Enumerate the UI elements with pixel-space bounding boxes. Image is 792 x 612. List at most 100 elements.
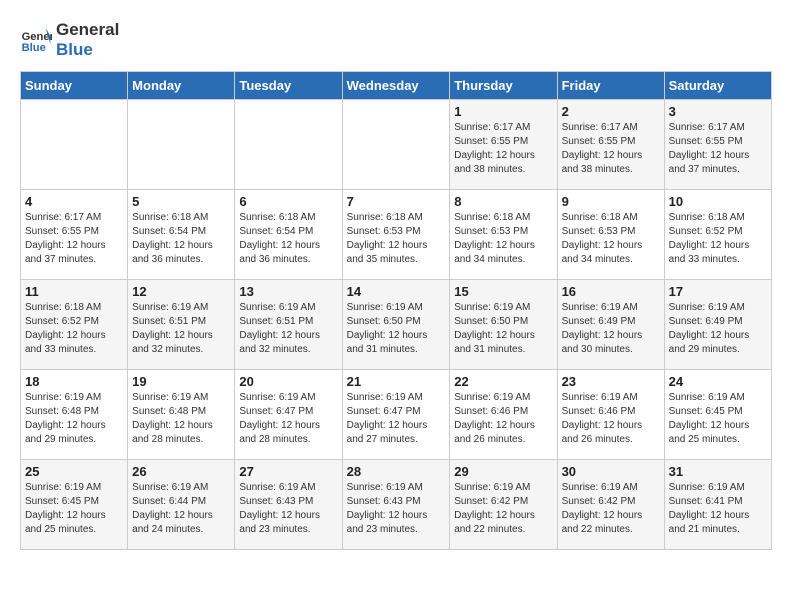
day-info: Sunrise: 6:17 AM Sunset: 6:55 PM Dayligh… [25, 211, 123, 267]
week-row-4: 18Sunrise: 6:19 AM Sunset: 6:48 PM Dayli… [21, 369, 772, 459]
logo-general: General [56, 20, 119, 40]
day-info: Sunrise: 6:17 AM Sunset: 6:55 PM Dayligh… [669, 121, 767, 177]
day-info: Sunrise: 6:19 AM Sunset: 6:47 PM Dayligh… [239, 391, 337, 447]
day-number: 4 [25, 194, 123, 209]
day-cell: 18Sunrise: 6:19 AM Sunset: 6:48 PM Dayli… [21, 369, 128, 459]
day-number: 6 [239, 194, 337, 209]
day-cell: 11 Sunrise: 6:18 AM Sunset: 6:52 PM Dayli… [21, 279, 128, 369]
week-row-1: 1 Sunrise: 6:17 AM Sunset: 6:55 PM Daylig… [21, 99, 772, 189]
day-number: 17 [669, 284, 767, 299]
day-info: Sunrise: 6:19 AM Sunset: 6:51 PM Dayligh… [132, 301, 230, 357]
day-cell: 21Sunrise: 6:19 AM Sunset: 6:47 PM Dayli… [342, 369, 450, 459]
day-number: 19 [132, 374, 230, 389]
day-info: Sunrise: 6:19 AM Sunset: 6:47 PM Dayligh… [347, 391, 446, 447]
day-cell: 2Sunrise: 6:17 AM Sunset: 6:55 PM Daylig… [557, 99, 664, 189]
day-cell: 31 Sunrise: 6:19 AM Sunset: 6:41 PM Dayli… [664, 459, 771, 549]
day-cell [21, 99, 128, 189]
day-cell: 26Sunrise: 6:19 AM Sunset: 6:44 PM Dayli… [128, 459, 235, 549]
logo-blue: Blue [56, 40, 119, 60]
day-cell: 24Sunrise: 6:19 AM Sunset: 6:45 PM Dayli… [664, 369, 771, 459]
day-number: 1 [454, 104, 552, 119]
day-cell: 25 Sunrise: 6:19 AM Sunset: 6:45 PM Dayli… [21, 459, 128, 549]
day-info: Sunrise: 6:18 AM Sunset: 6:54 PM Dayligh… [239, 211, 337, 267]
day-number: 27 [239, 464, 337, 479]
day-cell: 6 Sunrise: 6:18 AM Sunset: 6:54 PM Daylig… [235, 189, 342, 279]
day-cell: 17 Sunrise: 6:19 AM Sunset: 6:49 PM Dayli… [664, 279, 771, 369]
svg-text:Blue: Blue [22, 43, 46, 55]
day-cell: 12 Sunrise: 6:19 AM Sunset: 6:51 PM Dayli… [128, 279, 235, 369]
week-row-5: 25 Sunrise: 6:19 AM Sunset: 6:45 PM Dayli… [21, 459, 772, 549]
day-info: Sunrise: 6:19 AM Sunset: 6:48 PM Dayligh… [132, 391, 230, 447]
day-info: Sunrise: 6:18 AM Sunset: 6:54 PM Dayligh… [132, 211, 230, 267]
day-info: Sunrise: 6:19 AM Sunset: 6:51 PM Dayligh… [239, 301, 337, 357]
calendar-header: SundayMondayTuesdayWednesdayThursdayFrid… [21, 71, 772, 99]
calendar-table: SundayMondayTuesdayWednesdayThursdayFrid… [20, 71, 772, 550]
weekday-header-row: SundayMondayTuesdayWednesdayThursdayFrid… [21, 71, 772, 99]
day-info: Sunrise: 6:19 AM Sunset: 6:45 PM Dayligh… [25, 481, 123, 537]
day-cell: 19 Sunrise: 6:19 AM Sunset: 6:48 PM Dayli… [128, 369, 235, 459]
day-info: Sunrise: 6:19 AM Sunset: 6:46 PM Dayligh… [454, 391, 552, 447]
day-info: Sunrise: 6:19 AM Sunset: 6:42 PM Dayligh… [562, 481, 660, 537]
day-info: Sunrise: 6:19 AM Sunset: 6:41 PM Dayligh… [669, 481, 767, 537]
day-cell: 7Sunrise: 6:18 AM Sunset: 6:53 PM Daylig… [342, 189, 450, 279]
day-number: 14 [347, 284, 446, 299]
weekday-monday: Monday [128, 71, 235, 99]
day-number: 25 [25, 464, 123, 479]
day-number: 13 [239, 284, 337, 299]
day-info: Sunrise: 6:19 AM Sunset: 6:44 PM Dayligh… [132, 481, 230, 537]
day-info: Sunrise: 6:19 AM Sunset: 6:50 PM Dayligh… [347, 301, 446, 357]
day-number: 28 [347, 464, 446, 479]
day-cell: 20 Sunrise: 6:19 AM Sunset: 6:47 PM Dayli… [235, 369, 342, 459]
day-number: 5 [132, 194, 230, 209]
day-info: Sunrise: 6:19 AM Sunset: 6:49 PM Dayligh… [562, 301, 660, 357]
weekday-sunday: Sunday [21, 71, 128, 99]
page-header: General Blue General Blue [20, 20, 772, 61]
weekday-tuesday: Tuesday [235, 71, 342, 99]
day-cell: 9 Sunrise: 6:18 AM Sunset: 6:53 PM Daylig… [557, 189, 664, 279]
day-cell: 8 Sunrise: 6:18 AM Sunset: 6:53 PM Daylig… [450, 189, 557, 279]
day-cell: 10Sunrise: 6:18 AM Sunset: 6:52 PM Dayli… [664, 189, 771, 279]
day-info: Sunrise: 6:19 AM Sunset: 6:43 PM Dayligh… [347, 481, 446, 537]
day-info: Sunrise: 6:18 AM Sunset: 6:52 PM Dayligh… [25, 301, 123, 357]
day-cell [128, 99, 235, 189]
day-cell: 22 Sunrise: 6:19 AM Sunset: 6:46 PM Dayli… [450, 369, 557, 459]
weekday-saturday: Saturday [664, 71, 771, 99]
day-cell [342, 99, 450, 189]
day-number: 31 [669, 464, 767, 479]
day-info: Sunrise: 6:17 AM Sunset: 6:55 PM Dayligh… [562, 121, 660, 177]
day-info: Sunrise: 6:18 AM Sunset: 6:53 PM Dayligh… [562, 211, 660, 267]
day-number: 3 [669, 104, 767, 119]
day-cell: 29 Sunrise: 6:19 AM Sunset: 6:42 PM Dayli… [450, 459, 557, 549]
day-cell: 27 Sunrise: 6:19 AM Sunset: 6:43 PM Dayli… [235, 459, 342, 549]
weekday-wednesday: Wednesday [342, 71, 450, 99]
week-row-2: 4 Sunrise: 6:17 AM Sunset: 6:55 PM Daylig… [21, 189, 772, 279]
day-number: 29 [454, 464, 552, 479]
day-info: Sunrise: 6:19 AM Sunset: 6:45 PM Dayligh… [669, 391, 767, 447]
day-cell: 16 Sunrise: 6:19 AM Sunset: 6:49 PM Dayli… [557, 279, 664, 369]
day-number: 16 [562, 284, 660, 299]
day-cell [235, 99, 342, 189]
day-info: Sunrise: 6:19 AM Sunset: 6:49 PM Dayligh… [669, 301, 767, 357]
day-cell: 1 Sunrise: 6:17 AM Sunset: 6:55 PM Daylig… [450, 99, 557, 189]
day-cell: 4 Sunrise: 6:17 AM Sunset: 6:55 PM Daylig… [21, 189, 128, 279]
day-number: 20 [239, 374, 337, 389]
day-number: 11 [25, 284, 123, 299]
day-number: 12 [132, 284, 230, 299]
day-number: 8 [454, 194, 552, 209]
day-info: Sunrise: 6:19 AM Sunset: 6:42 PM Dayligh… [454, 481, 552, 537]
day-number: 23 [562, 374, 660, 389]
weekday-thursday: Thursday [450, 71, 557, 99]
day-cell: 30Sunrise: 6:19 AM Sunset: 6:42 PM Dayli… [557, 459, 664, 549]
day-info: Sunrise: 6:17 AM Sunset: 6:55 PM Dayligh… [454, 121, 552, 177]
day-info: Sunrise: 6:18 AM Sunset: 6:53 PM Dayligh… [454, 211, 552, 267]
calendar-body: 1 Sunrise: 6:17 AM Sunset: 6:55 PM Daylig… [21, 99, 772, 549]
day-cell: 23Sunrise: 6:19 AM Sunset: 6:46 PM Dayli… [557, 369, 664, 459]
day-cell: 13 Sunrise: 6:19 AM Sunset: 6:51 PM Dayli… [235, 279, 342, 369]
day-info: Sunrise: 6:19 AM Sunset: 6:43 PM Dayligh… [239, 481, 337, 537]
day-number: 9 [562, 194, 660, 209]
day-cell: 3 Sunrise: 6:17 AM Sunset: 6:55 PM Daylig… [664, 99, 771, 189]
day-info: Sunrise: 6:18 AM Sunset: 6:53 PM Dayligh… [347, 211, 446, 267]
day-number: 22 [454, 374, 552, 389]
day-info: Sunrise: 6:19 AM Sunset: 6:48 PM Dayligh… [25, 391, 123, 447]
day-cell: 15Sunrise: 6:19 AM Sunset: 6:50 PM Dayli… [450, 279, 557, 369]
